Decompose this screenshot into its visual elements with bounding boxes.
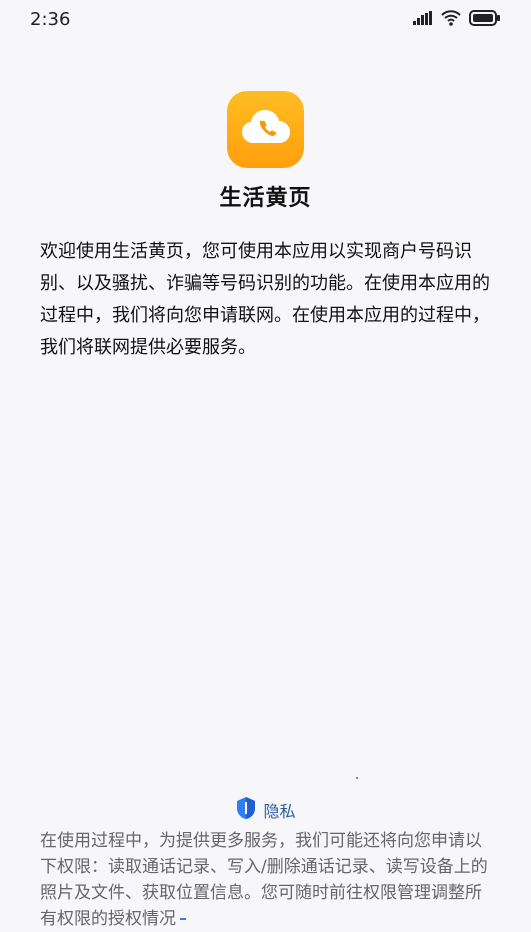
- intro-text: 欢迎使用生活黄页，您可使用本应用以实现商户号码识别、以及骚扰、诈骗等号码识别的功…: [40, 241, 490, 358]
- app-name: 生活黄页: [219, 186, 312, 211]
- decorative-dot: [356, 777, 358, 779]
- status-time: 2:36: [30, 9, 71, 30]
- wifi-icon: [441, 10, 461, 26]
- status-icons: [413, 10, 501, 26]
- permission-text-content: 在使用过程中，为提供更多服务，我们可能还将向您申请以下权限：读取通话记录、写入/…: [40, 831, 488, 929]
- signal-icon: [413, 11, 433, 25]
- phone-cloud-icon: [241, 109, 291, 151]
- privacy-badge[interactable]: 隐私: [0, 796, 531, 824]
- privacy-label: 隐私: [263, 802, 296, 821]
- privacy-shield-icon: [235, 796, 257, 824]
- permission-text: 在使用过程中，为提供更多服务，我们可能还将向您申请以下权限：读取通话记录、写入/…: [40, 828, 495, 932]
- text-caret: [180, 918, 186, 920]
- app-icon: [227, 91, 304, 168]
- status-bar: 2:36: [0, 0, 531, 40]
- battery-icon: [469, 10, 501, 26]
